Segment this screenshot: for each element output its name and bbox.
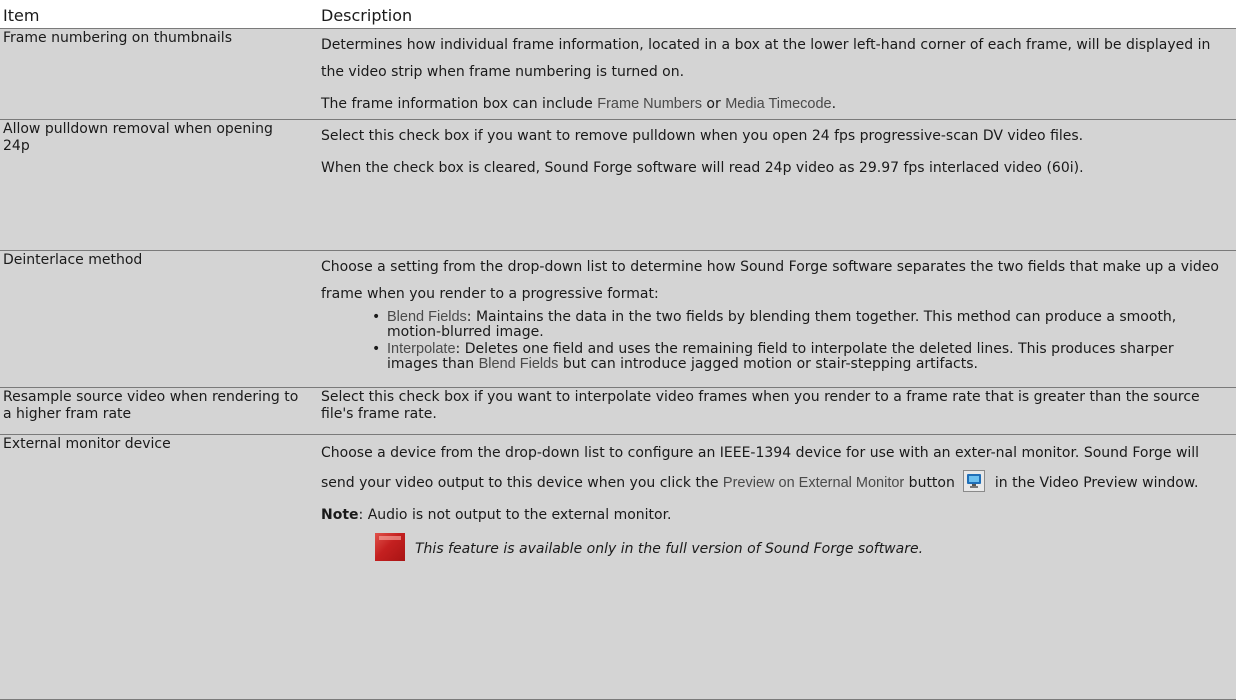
- table-row-resample-source: Resample source video when rendering to …: [0, 387, 1236, 434]
- option-blend-fields: Blend Fields: [387, 309, 467, 325]
- description-cell: Select this check box if you want to rem…: [321, 123, 1227, 182]
- monitor-icon: [966, 474, 981, 488]
- description-paragraph: Select this check box if you want to int…: [321, 389, 1200, 422]
- item-cell: Allow pulldown removal when opening 24p: [3, 121, 273, 154]
- description-cell: Choose a setting from the drop-down list…: [321, 254, 1227, 372]
- table-header: Item Description: [0, 0, 1236, 28]
- note-label: Note: [321, 507, 359, 523]
- option-media-timecode: Media Timecode: [725, 96, 832, 112]
- description-cell: Determines how individual frame informat…: [321, 32, 1227, 118]
- description-cell: Choose a device from the drop-down list …: [321, 438, 1227, 563]
- table-row-frame-numbering: Frame numbering on thumbnails Determines…: [0, 28, 1236, 119]
- list-item: • Interpolate: Deletes one field and uses…: [372, 341, 1174, 372]
- description-paragraph: Choose a device from the drop-down list …: [321, 445, 1200, 492]
- description-column-header: Description: [321, 6, 413, 25]
- full-version-notice: This feature is available only in the fu…: [0, 533, 1227, 563]
- description-paragraph: When the check box is cleared, Sound For…: [321, 160, 1084, 176]
- description-paragraph: Select this check box if you want to rem…: [321, 128, 1084, 144]
- description-cell: Select this check box if you want to int…: [321, 389, 1227, 423]
- item-cell: Deinterlace method: [3, 252, 143, 268]
- note-paragraph: Note: Audio is not output to the externa…: [321, 507, 672, 523]
- item-column-header: Item: [3, 6, 40, 25]
- bullet-list: • Blend Fields: Maintains the data in the…: [321, 310, 1227, 372]
- item-cell: Resample source video when rendering to …: [3, 389, 299, 422]
- description-paragraph: The frame information box can include Fr…: [321, 96, 837, 112]
- full-version-icon: [375, 533, 405, 561]
- preview-external-monitor-button[interactable]: [962, 470, 985, 492]
- item-cell: External monitor device: [3, 436, 171, 452]
- table-row-external-monitor: External monitor device Choose a device …: [0, 434, 1236, 700]
- preview-external-monitor-label: Preview on External Monitor: [722, 475, 905, 491]
- description-paragraph: Determines how individual frame informat…: [321, 37, 1211, 80]
- option-interpolate: Interpolate: [387, 341, 456, 357]
- table-row-deinterlace-method: Deinterlace method Choose a setting from…: [0, 250, 1236, 387]
- item-cell: Frame numbering on thumbnails: [3, 30, 232, 46]
- table-row-pulldown-removal: Allow pulldown removal when opening 24p …: [0, 119, 1236, 250]
- option-frame-numbers: Frame Numbers: [597, 96, 702, 112]
- list-item: • Blend Fields: Maintains the data in the…: [372, 309, 1177, 340]
- option-blend-fields-ref: Blend Fields: [478, 356, 559, 372]
- description-paragraph: Choose a setting from the drop-down list…: [321, 259, 1219, 302]
